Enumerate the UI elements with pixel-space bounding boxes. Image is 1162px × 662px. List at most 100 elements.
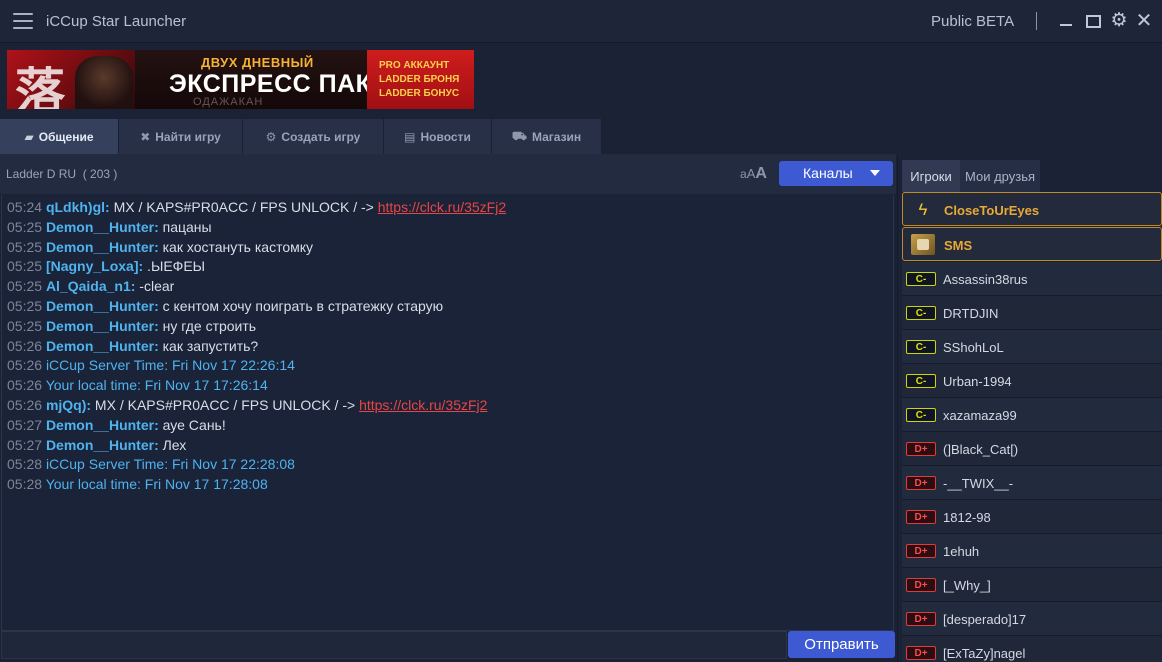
tab-shop[interactable]: ⛟ Магазин xyxy=(492,119,602,154)
banner-line2: ЭКСПРЕСС ПАК xyxy=(169,70,372,98)
chat-message: 05:25 Demon__Hunter: с кентом хочу поигр… xyxy=(7,297,444,314)
player-row[interactable]: D+ 1812-98 xyxy=(902,500,1162,534)
chevron-down-icon xyxy=(870,170,880,176)
player-name: 1812-98 xyxy=(943,510,991,525)
gears-icon: ⚙ xyxy=(265,129,277,144)
swords-icon: ✖ xyxy=(140,129,151,144)
close-icon[interactable]: ✕ xyxy=(1134,11,1154,31)
news-icon: ▤ xyxy=(404,129,416,144)
promo-banner[interactable]: 落 ДВУХ ДНЕВНЫЙ ЭКСПРЕСС ПАК ОДАЖАКАН PRO… xyxy=(7,50,474,109)
player-row[interactable]: SMS xyxy=(902,227,1162,261)
banner-artwork: 落 xyxy=(7,50,135,109)
chat-message: 05:25 [Nagny_Loxa]: .ЫЕФЕЫ xyxy=(7,258,206,275)
font-size-toggle[interactable]: aAA xyxy=(740,165,767,183)
player-name: [_Why_] xyxy=(943,578,991,593)
player-row[interactable]: D+ [ExTaZy]nagel xyxy=(902,636,1162,662)
chat-message: 05:24 qLdkh)gl: MX / KAPS#PR0ACC / FPS U… xyxy=(7,199,507,215)
menu-icon[interactable] xyxy=(13,13,33,29)
rank-badge: D+ xyxy=(906,442,936,456)
gear-icon[interactable]: ⚙ xyxy=(1109,11,1129,31)
tab-news[interactable]: ▤ Новости xyxy=(384,119,492,154)
chat-icon: ▰ xyxy=(24,129,34,144)
player-name: DRTDJIN xyxy=(943,306,999,321)
chat-link[interactable]: https://clck.ru/35zFj2 xyxy=(359,397,487,413)
chat-message: 05:28 Your local time: Fri Nov 17 17:28:… xyxy=(7,476,268,493)
chat-message: 05:27 Demon__Hunter: Лех xyxy=(7,436,187,453)
maximize-icon[interactable] xyxy=(1083,11,1103,31)
player-row[interactable]: D+ [_Why_] xyxy=(902,568,1162,602)
chat-message: 05:26 Demon__Hunter: как запустить? xyxy=(7,337,259,354)
banner-perk: LADDER БРОНЯ xyxy=(379,74,460,85)
player-name: xazamaza99 xyxy=(943,408,1017,423)
banner-glyph: 落 xyxy=(15,62,65,109)
banner-shadow-text: ОДАЖАКАН xyxy=(193,96,264,108)
chat-message: 05:25 Demon__Hunter: пацаны xyxy=(7,218,212,235)
banner-perk: PRO АККАУНТ xyxy=(379,60,450,71)
player-name: 1ehuh xyxy=(943,544,980,559)
edition-label: Public BETA xyxy=(931,13,1015,30)
rank-badge: D+ xyxy=(906,510,936,524)
player-name: -__TWIX__- xyxy=(943,476,1014,491)
player-row[interactable]: D+ -__TWIX__- xyxy=(902,466,1162,500)
chat-link[interactable]: https://clck.ru/35zFj2 xyxy=(378,199,506,215)
player-name: Urban-1994 xyxy=(943,374,1012,389)
chat-message: 05:26 mjQq): MX / KAPS#PR0ACC / FPS UNLO… xyxy=(7,396,488,413)
player-row[interactable]: ϟ CloseToUrEyes xyxy=(902,192,1162,226)
tab-friends[interactable]: Мои друзья xyxy=(960,160,1040,192)
player-row[interactable]: C- DRTDJIN xyxy=(902,296,1162,330)
player-row[interactable]: D+ (]Black_Cat[) xyxy=(902,432,1162,466)
player-name: CloseToUrEyes xyxy=(944,203,1040,218)
tab-find-game[interactable]: ✖ Найти игру xyxy=(119,119,243,154)
chat-message: 05:25 Al_Qaida_n1: -clear xyxy=(7,278,175,295)
rank-badge: D+ xyxy=(906,612,936,626)
bolt-icon: ϟ xyxy=(918,200,928,219)
chat-message: 05:27 Demon__Hunter: ауе Сань! xyxy=(7,416,226,433)
channel-name: Ladder D RU ( 203 ) xyxy=(6,167,118,181)
rank-badge: C- xyxy=(906,374,936,388)
chat-message: 05:25 Demon__Hunter: как хостануть касто… xyxy=(7,238,314,255)
rank-badge: D+ xyxy=(906,544,936,558)
chat-message: 05:28 iCCup Server Time: Fri Nov 17 22:2… xyxy=(7,456,295,473)
title-separator xyxy=(1036,12,1037,30)
player-name: [desperado]17 xyxy=(943,612,1027,627)
player-name: (]Black_Cat[) xyxy=(943,442,1019,457)
banner-line1: ДВУХ ДНЕВНЫЙ xyxy=(201,55,314,70)
player-name: SMS xyxy=(944,238,973,253)
rank-badge: C- xyxy=(906,408,936,422)
player-row[interactable]: C-xazamaza99 xyxy=(902,398,1162,432)
chat-input[interactable] xyxy=(1,631,787,659)
player-row[interactable]: D+ [desperado]17 xyxy=(902,602,1162,636)
rank-badge: C- xyxy=(906,340,936,354)
player-row[interactable]: D+ 1ehuh xyxy=(902,534,1162,568)
player-name: [ExTaZy]nagel xyxy=(943,646,1026,661)
player-name: SShohLoL xyxy=(943,340,1004,355)
player-row[interactable]: C- Urban-1994 xyxy=(902,364,1162,398)
player-list[interactable]: ϟ CloseToUrEyes SMS C- Assassin38rus C- DR… xyxy=(902,192,1162,662)
app-title: iCCup Star Launcher xyxy=(46,13,187,30)
banner-figure xyxy=(75,56,133,109)
envelope-icon xyxy=(911,234,935,255)
player-row[interactable]: C- Assassin38rus xyxy=(902,262,1162,296)
tab-players[interactable]: Игроки xyxy=(902,160,960,192)
minimize-icon[interactable] xyxy=(1056,11,1076,31)
chat-message: 05:25 Demon__Hunter: ну где строить xyxy=(7,317,257,334)
rank-badge: C- xyxy=(906,306,936,320)
chat-message: 05:26 iCCup Server Time: Fri Nov 17 22:2… xyxy=(7,357,295,374)
banner-perk: LADDER БОНУС xyxy=(379,88,460,99)
chat-header: Ladder D RU ( 203 ) aAA xyxy=(0,154,896,194)
chat-message: 05:26 Your local time: Fri Nov 17 17:26:… xyxy=(7,377,268,394)
player-row[interactable]: C- SShohLoL xyxy=(902,330,1162,364)
tab-chat[interactable]: ▰ Общение xyxy=(0,119,119,154)
banner-perks: PRO АККАУНТ LADDER БРОНЯ LADDER БОНУС xyxy=(367,50,474,109)
rank-badge: C- xyxy=(906,272,936,286)
channels-button[interactable]: Каналы xyxy=(779,161,893,186)
rank-badge: D+ xyxy=(906,578,936,592)
rank-badge: D+ xyxy=(906,646,936,660)
chat-log[interactable]: 05:24 qLdkh)gl: MX / KAPS#PR0ACC / FPS U… xyxy=(1,195,894,631)
rank-badge: D+ xyxy=(906,476,936,490)
banner-text-area: ДВУХ ДНЕВНЫЙ ЭКСПРЕСС ПАК ОДАЖАКАН xyxy=(135,50,375,109)
player-name: Assassin38rus xyxy=(943,272,1028,287)
tab-create-game[interactable]: ⚙ Создать игру xyxy=(243,119,384,154)
title-bar: iCCup Star Launcher Public BETA ⚙ ✕ xyxy=(0,0,1162,43)
send-button[interactable]: Отправить xyxy=(788,631,895,658)
